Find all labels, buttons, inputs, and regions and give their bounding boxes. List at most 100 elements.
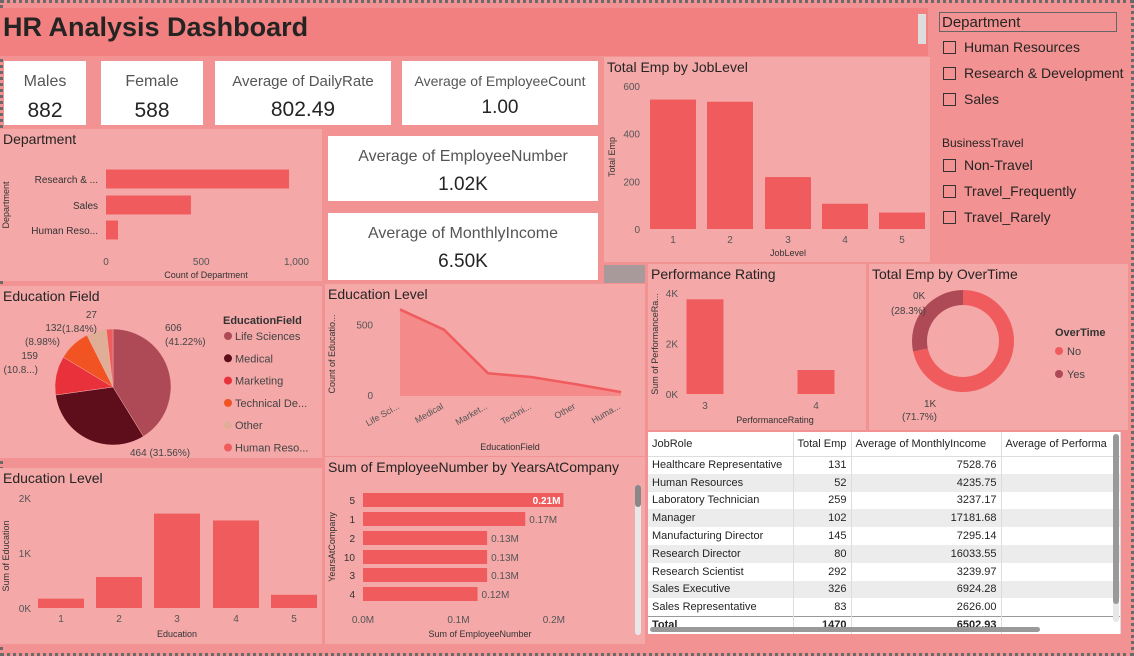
legend-label: No bbox=[1067, 346, 1081, 358]
category-label: Research & ... bbox=[35, 175, 98, 186]
category-label: Medical bbox=[413, 401, 445, 425]
joblevel-chart-title: Total Emp by JobLevel bbox=[607, 59, 748, 75]
checkbox-icon[interactable] bbox=[943, 66, 956, 80]
table-cell bbox=[1001, 491, 1121, 510]
table-row[interactable]: Research Scientist 292 3239.97 bbox=[648, 562, 1121, 581]
legend-title: OverTime bbox=[1055, 327, 1106, 339]
legend-label: Other bbox=[235, 420, 263, 432]
bar bbox=[363, 531, 488, 545]
bar bbox=[363, 587, 478, 601]
table-hscroll[interactable] bbox=[650, 627, 1040, 632]
bar bbox=[879, 212, 925, 229]
table-cell: 2626.00 bbox=[851, 598, 1002, 617]
table-cell: Healthcare Representative bbox=[648, 456, 794, 474]
checkbox-icon[interactable] bbox=[943, 40, 956, 54]
bar bbox=[38, 598, 84, 608]
years-at-company-title: Sum of EmployeeNumber by YearsAtCompany bbox=[328, 459, 620, 475]
tick-label: 0.0M bbox=[352, 615, 374, 626]
years-scrollbar[interactable] bbox=[635, 485, 641, 635]
option-label: Non-Travel bbox=[964, 157, 1033, 173]
tick-label: 2K bbox=[19, 494, 32, 505]
category-label: Techni... bbox=[499, 401, 533, 426]
table-row[interactable]: Sales Representative 83 2626.00 bbox=[648, 598, 1121, 617]
monthly-income-label: Average of MonthlyIncome bbox=[367, 225, 559, 242]
legend-marker bbox=[224, 421, 232, 430]
males-value: 882 bbox=[27, 99, 63, 122]
category-label: 2 bbox=[727, 235, 733, 246]
table-cell: Sales Representative bbox=[648, 598, 794, 617]
divider-block bbox=[604, 265, 645, 283]
department-option-human-resources[interactable]: Human Resources bbox=[943, 39, 1080, 55]
category-label: 10 bbox=[344, 553, 356, 564]
table-cell bbox=[1001, 473, 1121, 492]
checkbox-icon[interactable] bbox=[943, 92, 956, 106]
table-cell: 102 bbox=[793, 509, 852, 528]
bar bbox=[765, 177, 811, 229]
y-axis-title: Sum of Education bbox=[1, 520, 11, 591]
legend-label: Technical De... bbox=[235, 398, 307, 410]
table-cell bbox=[1001, 562, 1121, 581]
table-vscroll[interactable] bbox=[1113, 434, 1119, 622]
option-label: Human Resources bbox=[964, 39, 1080, 55]
table-row[interactable]: Manufacturing Director 145 7295.14 bbox=[648, 527, 1121, 545]
department-slicer-title: Department bbox=[942, 14, 1021, 31]
col-header-performance[interactable]: Average of Performa bbox=[1001, 432, 1121, 457]
data-label: (1.84%) bbox=[62, 324, 97, 335]
table-row[interactable]: Healthcare Representative 131 7528.76 bbox=[648, 456, 1121, 474]
data-label: 0.17M bbox=[529, 515, 557, 526]
tick-label: 2K bbox=[666, 340, 679, 351]
department-option-sales[interactable]: Sales bbox=[943, 91, 999, 107]
category-label: 1 bbox=[670, 235, 676, 246]
data-label: 0.12M bbox=[482, 590, 510, 601]
x-axis-title: Sum of EmployeeNumber bbox=[428, 629, 531, 639]
joblevel-bar-chart[interactable]: 0 200 400 600 1 2 3 4 5 JobLevel Total Emp bbox=[604, 57, 930, 262]
table-row[interactable]: Research Director 80 16033.55 bbox=[648, 544, 1121, 563]
col-header-total-emp[interactable]: Total Emp bbox=[793, 432, 852, 457]
checkbox-icon[interactable] bbox=[943, 184, 956, 198]
data-label: 0.13M bbox=[491, 553, 519, 564]
table-row[interactable]: Manager 102 17181.68 bbox=[648, 509, 1121, 528]
bar bbox=[106, 195, 191, 215]
title-scroll-thumb[interactable] bbox=[918, 14, 926, 44]
col-header-jobrole[interactable]: JobRole bbox=[648, 432, 794, 457]
department-option-research-development[interactable]: Research & Development bbox=[943, 65, 1124, 81]
category-label: 3 bbox=[702, 401, 708, 412]
legend-marker bbox=[224, 332, 232, 340]
travel-option-non-travel[interactable]: Non-Travel bbox=[943, 157, 1033, 173]
category-label: 1 bbox=[58, 614, 64, 625]
years-at-company-bar-chart[interactable]: 5 0.21M 1 0.17M 2 0.13M 10 0.13M 3 0.13M 4 0.12M 0.0… bbox=[325, 457, 645, 644]
travel-option-frequently[interactable]: Travel_Frequently bbox=[943, 183, 1076, 199]
category-label: Life Sci... bbox=[364, 401, 401, 428]
business-travel-slicer-title: BusinessTravel bbox=[942, 136, 1024, 150]
years-at-company-panel: Sum of EmployeeNumber by YearsAtCompany … bbox=[325, 457, 645, 644]
legend-marker bbox=[224, 376, 232, 385]
education-field-panel: Education Field 606 (41.22%) 464 (31.56%) 1… bbox=[0, 286, 322, 458]
travel-option-rarely[interactable]: Travel_Rarely bbox=[943, 209, 1051, 225]
education-level-area-chart[interactable]: 0 500 Life Sci... Medical Market... Techni...… bbox=[325, 284, 645, 456]
performance-bar-chart[interactable]: 0K 2K 4K 3 4 PerformanceRating Sum of Performa… bbox=[648, 264, 866, 430]
col-header-monthly-income[interactable]: Average of MonthlyIncome bbox=[851, 432, 1002, 457]
table-cell: 131 bbox=[793, 456, 852, 474]
category-label: 4 bbox=[842, 235, 848, 246]
table-row[interactable]: Laboratory Technician 259 3237.17 bbox=[648, 491, 1121, 510]
education-field-title: Education Field bbox=[3, 288, 100, 304]
overtime-title: Total Emp by OverTime bbox=[872, 266, 1018, 282]
table-row[interactable]: Sales Executive 326 6924.28 bbox=[648, 580, 1121, 599]
legend-marker bbox=[1055, 347, 1063, 355]
checkbox-icon[interactable] bbox=[943, 210, 956, 224]
education-field-pie-chart[interactable]: 606 (41.22%) 464 (31.56%) 159 (10.8...) 132 (8… bbox=[0, 286, 322, 458]
employee-count-label: Average of EmployeeCount bbox=[414, 73, 586, 89]
tick-label: 500 bbox=[193, 257, 210, 268]
checkbox-icon[interactable] bbox=[943, 158, 956, 172]
legend-marker bbox=[224, 443, 232, 452]
legend-marker bbox=[224, 354, 232, 363]
data-label: (10.8...) bbox=[4, 365, 38, 376]
overtime-donut-chart[interactable]: 0K (28.3%) 1K (71.7%) OverTime No Yes bbox=[869, 264, 1128, 430]
x-axis-title: Count of Department bbox=[164, 270, 248, 280]
table-row[interactable]: Human Resources 52 4235.75 bbox=[648, 473, 1121, 492]
department-bar-chart[interactable]: Research & ... Sales Human Reso... 0 500 1,00… bbox=[0, 129, 322, 281]
education-level-bar-chart[interactable]: 0K 1K 2K 1 2 3 4 5 Education Sum of Education bbox=[0, 468, 322, 644]
joblevel-panel: Total Emp by JobLevel 0 200 400 600 1 2 3 4 5 Job… bbox=[604, 57, 930, 262]
option-label: Sales bbox=[964, 91, 1000, 107]
table-cell bbox=[1001, 544, 1121, 563]
